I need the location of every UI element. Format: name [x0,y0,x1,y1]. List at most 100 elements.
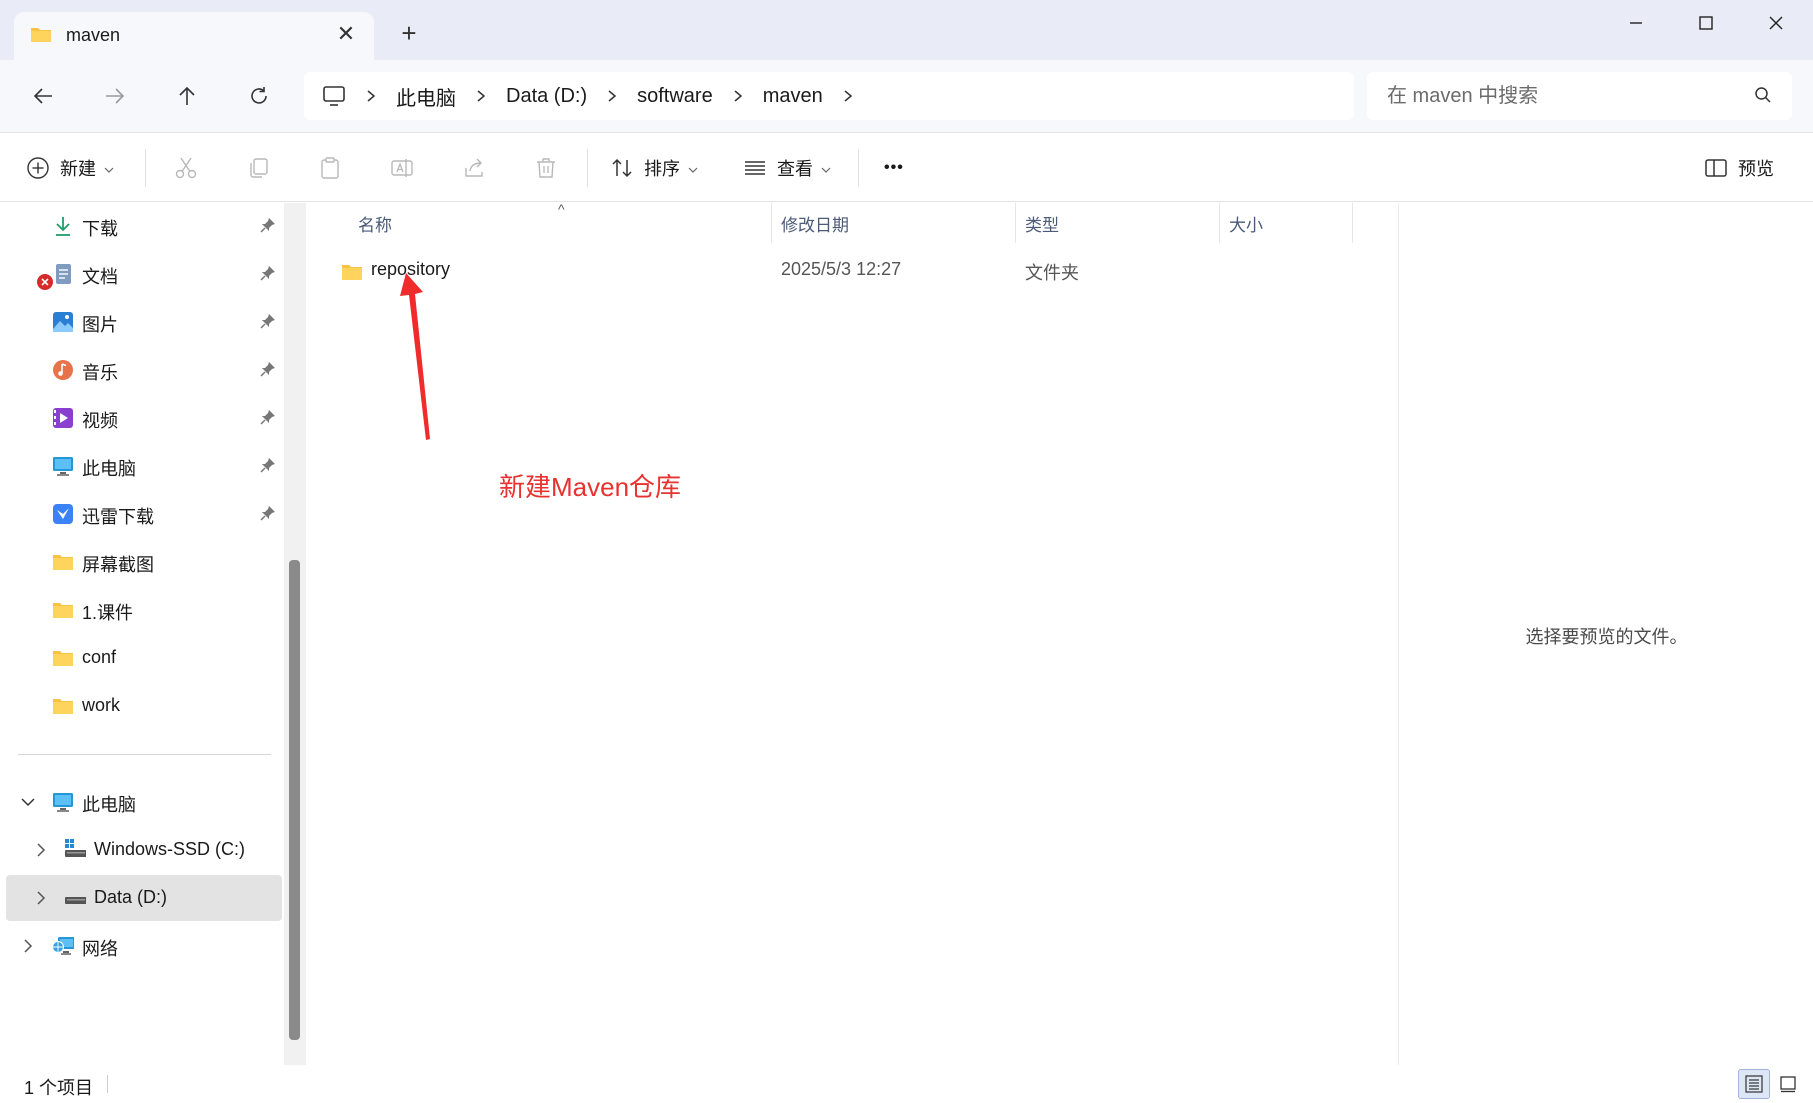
maximize-icon [1699,16,1713,30]
sidebar-item-screenshots[interactable]: 屏幕截图 [6,539,282,585]
sidebar-item-conf[interactable]: conf [6,635,282,681]
item-count: 1 个项目 [24,1078,94,1098]
sidebar-scrollbar-thumb[interactable] [289,560,300,1040]
tab-title: maven [66,25,121,45]
arrow-up-icon [179,86,195,105]
forward-button[interactable] [99,80,131,112]
column-header-size[interactable]: 大小 [1220,203,1360,243]
minimize-button[interactable] [1601,0,1671,46]
sidebar-item-videos[interactable]: 视频 [6,395,282,441]
copy-button[interactable] [238,133,278,203]
large-icons-view-icon [1780,1076,1796,1093]
drive-d-icon [64,887,86,909]
breadcrumb-item-data-d[interactable]: Data (D:) [506,85,587,108]
breadcrumb[interactable]: 此电脑 Data (D:) software maven [304,72,1354,120]
tree-item-windows-ssd[interactable]: Windows-SSD (C:) [6,827,282,873]
chevron-right-icon[interactable] [33,842,49,858]
preview-button-label: 预览 [1738,159,1774,179]
sort-button[interactable]: 排序 [610,133,698,203]
chevron-right-icon[interactable] [33,890,49,906]
sidebar-item-pictures[interactable]: 图片 [6,299,282,345]
chevron-right-icon[interactable] [607,89,617,103]
sidebar-item-music[interactable]: 音乐 [6,347,282,393]
navigation-pane: 下载 文档 图片 音乐 视频 此电脑 迅雷下载 屏幕截图 1.课件 conf w… [0,203,282,1065]
up-button[interactable] [171,80,203,112]
clipboard-icon [321,157,339,179]
details-view-icon [1745,1075,1763,1093]
pin-icon[interactable] [260,265,276,286]
details-view-button[interactable] [1738,1069,1770,1099]
sidebar-item-label: 1.课件 [82,603,134,623]
chevron-right-icon[interactable] [20,938,36,954]
documents-icon [52,263,74,285]
pin-icon[interactable] [260,361,276,382]
sidebar-item-thunder-downloads[interactable]: 迅雷下载 [6,491,282,537]
view-button[interactable]: 查看 [743,133,831,203]
back-button[interactable] [27,80,59,112]
address-row: 此电脑 Data (D:) software maven [0,60,1813,132]
folder-icon [52,695,74,717]
share-icon [465,158,483,177]
sidebar-item-downloads[interactable]: 下载 [6,203,282,249]
status-bar: 1 个项目 [0,1065,1813,1103]
chevron-right-icon[interactable] [366,89,376,103]
status-divider [107,1075,108,1093]
chevron-right-icon[interactable] [733,89,743,103]
chevron-right-icon[interactable] [843,89,853,103]
new-tab-button[interactable]: + [396,20,422,46]
paste-button[interactable] [310,133,350,203]
list-view-icon [745,161,765,175]
close-window-button[interactable] [1741,0,1811,46]
sort-button-label: 排序 [644,159,680,179]
delete-button[interactable] [526,133,566,203]
folder-icon [52,551,74,573]
pin-icon[interactable] [260,457,276,478]
tree-item-network[interactable]: 网络 [6,923,282,969]
sidebar-item-label: 音乐 [82,363,118,383]
more-options-button[interactable]: ••• [884,133,904,203]
monitor-icon[interactable] [322,85,346,107]
thunder-icon [52,503,74,525]
chevron-down-icon[interactable] [20,794,36,810]
sidebar-item-documents[interactable]: 文档 [6,251,282,297]
column-header-modified[interactable]: 修改日期 [772,203,1015,243]
tree-item-data-d[interactable]: Data (D:) [6,875,282,921]
maximize-button[interactable] [1671,0,1741,46]
sidebar-item-this-pc[interactable]: 此电脑 [6,443,282,489]
rename-button[interactable] [382,133,422,203]
column-header-type[interactable]: 类型 [1016,203,1219,243]
new-button[interactable]: 新建 [26,133,114,203]
chevron-right-icon[interactable] [476,89,486,103]
breadcrumb-item-software[interactable]: software [637,85,713,108]
pin-icon[interactable] [260,313,276,334]
close-tab-button[interactable]: ✕ [334,22,358,46]
search-input[interactable] [1387,82,1747,110]
sidebar-item-label: 屏幕截图 [82,555,154,575]
share-button[interactable] [454,133,494,203]
search-box[interactable] [1367,72,1792,120]
scissors-icon [175,157,197,179]
breadcrumb-item-this-pc[interactable]: 此电脑 [396,82,456,111]
preview-pane-button[interactable]: 预览 [1704,133,1774,203]
tab-maven[interactable]: maven ✕ [14,12,374,60]
pin-icon[interactable] [260,217,276,238]
chevron-down-icon [821,158,831,179]
column-divider[interactable] [1352,203,1353,243]
cut-button[interactable] [166,133,206,203]
breadcrumb-item-maven[interactable]: maven [763,85,823,108]
sort-icon [612,158,632,178]
refresh-button[interactable] [243,80,275,112]
sidebar-item-courseware[interactable]: 1.课件 [6,587,282,633]
title-bar: maven ✕ + [0,0,1813,60]
search-icon[interactable] [1754,86,1772,109]
pin-icon[interactable] [260,409,276,430]
tree-item-this-pc[interactable]: 此电脑 [6,779,282,825]
column-header-label: 大小 [1229,215,1263,235]
pin-icon[interactable] [260,505,276,526]
tree-item-label: 网络 [82,939,118,959]
more-options-label: ••• [884,159,904,176]
refresh-icon [251,87,267,104]
sidebar-item-work[interactable]: work [6,683,282,729]
large-icons-view-button[interactable] [1772,1069,1804,1099]
music-icon [52,359,74,381]
